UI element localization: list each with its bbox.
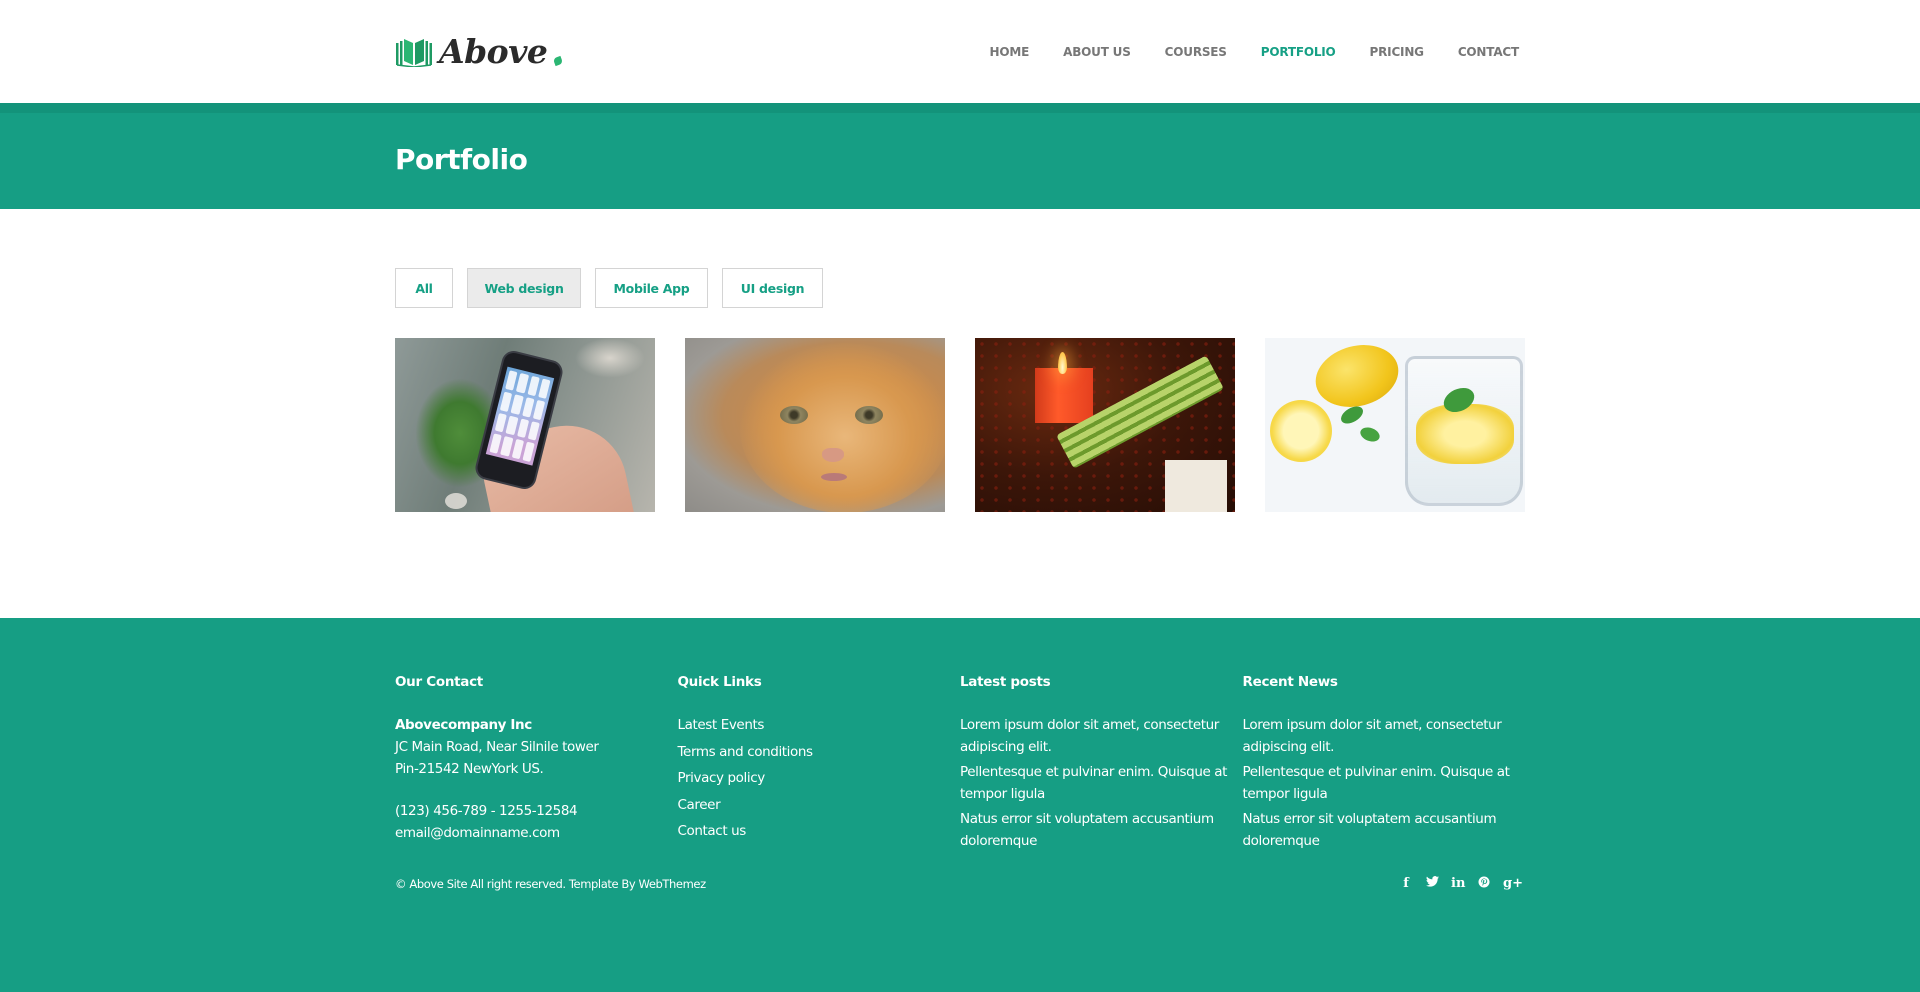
nav-about-us[interactable]: ABOUT US: [1046, 45, 1148, 59]
address-line-2: Pin-21542 NewYork US.: [395, 761, 544, 777]
page-title: Portfolio: [395, 142, 528, 176]
footer-latest-posts-column: Latest posts Lorem ipsum dolor sit amet,…: [960, 674, 1243, 855]
footer-quick-links-heading: Quick Links: [677, 674, 762, 690]
footer-quick-links-column: Quick Links Latest Events Terms and cond…: [678, 674, 961, 855]
nav-contact[interactable]: CONTACT: [1441, 45, 1519, 59]
site-footer: Our Contact Abovecompany Inc JC Main Roa…: [0, 618, 1920, 992]
footer-contact-heading: Our Contact: [395, 674, 483, 690]
copyright-text: © Above Site All right reserved. Templat…: [395, 877, 706, 891]
nav-pricing[interactable]: PRICING: [1353, 45, 1441, 59]
logo-leaf-icon: [553, 55, 564, 66]
nav-home[interactable]: HOME: [973, 45, 1047, 59]
facebook-icon[interactable]: f: [1399, 876, 1413, 892]
company-name: Abovecompany Inc: [395, 717, 532, 733]
twitter-icon[interactable]: [1425, 876, 1439, 892]
phone-number: (123) 456-789 - 1255-12584: [395, 803, 578, 819]
filter-mobile-app-button[interactable]: Mobile App: [595, 268, 708, 308]
filter-ui-design-button[interactable]: UI design: [722, 268, 823, 308]
latest-post-link[interactable]: Natus error sit voluptatem accusantium d…: [960, 811, 1214, 849]
recent-news-link[interactable]: Lorem ipsum dolor sit amet, consectetur …: [1243, 717, 1502, 755]
filter-all-button[interactable]: All: [395, 268, 453, 308]
footer-recent-news-heading: Recent News: [1242, 674, 1338, 690]
email-address: email@domainname.com: [395, 825, 560, 841]
portfolio-item-cat-image[interactable]: [685, 338, 945, 512]
nav-courses[interactable]: COURSES: [1148, 45, 1244, 59]
portfolio-gallery: [395, 338, 1525, 512]
logo-text: Above: [439, 32, 548, 71]
portfolio-item-lemon-image[interactable]: [1265, 338, 1525, 512]
recent-news-link[interactable]: Natus error sit voluptatem accusantium d…: [1243, 811, 1497, 849]
google-plus-icon[interactable]: g+: [1503, 876, 1523, 892]
page-banner: Portfolio: [0, 103, 1920, 209]
address-line-1: JC Main Road, Near Silnile tower: [395, 739, 599, 755]
footer-link-privacy[interactable]: Privacy policy: [678, 770, 766, 786]
portfolio-item-phone-image[interactable]: [395, 338, 655, 512]
pinterest-icon[interactable]: [1477, 876, 1491, 892]
footer-link-latest-events[interactable]: Latest Events: [678, 717, 765, 733]
latest-post-link[interactable]: Lorem ipsum dolor sit amet, consectetur …: [960, 717, 1219, 755]
site-header: Above HOME ABOUT US COURSES PORTFOLIO PR…: [0, 0, 1920, 103]
portfolio-filters: All Web design Mobile App UI design: [395, 209, 1525, 308]
nav-portfolio[interactable]: PORTFOLIO: [1244, 45, 1353, 59]
footer-link-career[interactable]: Career: [678, 797, 721, 813]
site-logo[interactable]: Above: [395, 32, 564, 71]
footer-link-contact-us[interactable]: Contact us: [678, 823, 747, 839]
portfolio-item-candle-image[interactable]: [975, 338, 1235, 512]
social-links: f in g+: [1399, 876, 1523, 892]
footer-latest-posts-heading: Latest posts: [960, 674, 1051, 690]
footer-contact-column: Our Contact Abovecompany Inc JC Main Roa…: [395, 674, 678, 855]
linkedin-icon[interactable]: in: [1451, 876, 1465, 892]
footer-link-terms[interactable]: Terms and conditions: [678, 744, 814, 760]
latest-post-link[interactable]: Pellentesque et pulvinar enim. Quisque a…: [960, 764, 1227, 802]
recent-news-link[interactable]: Pellentesque et pulvinar enim. Quisque a…: [1243, 764, 1510, 802]
main-nav: HOME ABOUT US COURSES PORTFOLIO PRICING …: [973, 45, 1520, 59]
portfolio-section: All Web design Mobile App UI design: [0, 209, 1920, 618]
filter-web-design-button[interactable]: Web design: [467, 268, 581, 308]
open-book-icon: [396, 38, 432, 67]
footer-recent-news-column: Recent News Lorem ipsum dolor sit amet, …: [1243, 674, 1526, 855]
